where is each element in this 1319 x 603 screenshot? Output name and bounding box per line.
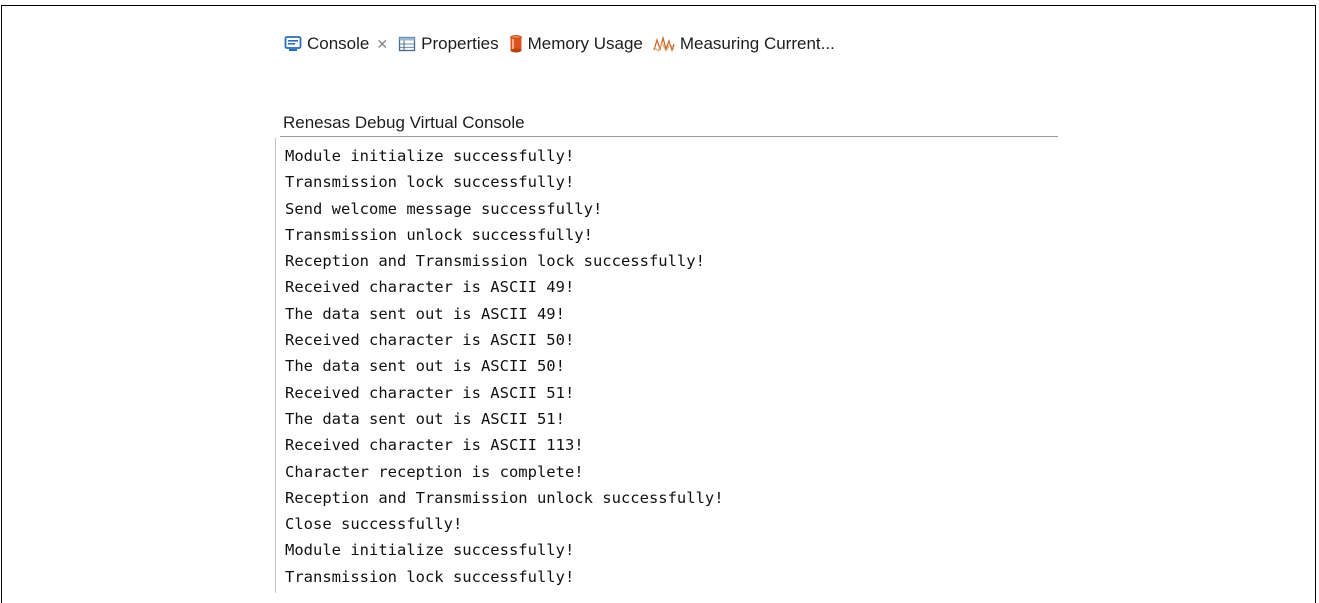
console-line: Received character is ASCII 51!	[285, 383, 575, 402]
console-line: Reception and Transmission unlock succes…	[285, 488, 724, 507]
console-line: Module initialize successfully!	[285, 147, 575, 165]
tab-properties-label: Properties	[421, 34, 499, 53]
console-line: Send welcome message successfully!	[285, 199, 603, 218]
console-line: Received character is ASCII 113!	[285, 436, 584, 455]
console-line: Received character is ASCII 50!	[285, 331, 575, 350]
properties-icon	[398, 35, 416, 53]
console-line: Character reception is complete!	[285, 462, 584, 481]
tab-properties[interactable]: Properties	[394, 28, 504, 60]
close-icon[interactable]: ✕	[376, 36, 388, 53]
console-border	[275, 138, 276, 593]
console-line: The data sent out is ASCII 50!	[285, 357, 565, 376]
console-line: Module initialize successfully!	[285, 541, 575, 560]
tab-console[interactable]: Console ✕	[280, 28, 394, 60]
console-line: Close successfully!	[285, 515, 463, 534]
tab-measuring-current-label: Measuring Current...	[679, 34, 835, 53]
tab-memory-usage-label: Memory Usage	[527, 34, 643, 53]
console-line: The data sent out is ASCII 49!	[285, 304, 565, 323]
console-output[interactable]: Module initialize successfully! Transmiss…	[285, 143, 724, 590]
measuring-icon	[653, 35, 675, 53]
console-line: The data sent out is ASCII 51!	[285, 409, 565, 428]
console-line: Transmission unlock successfully!	[285, 225, 593, 244]
console-title: Renesas Debug Virtual Console	[280, 111, 1058, 137]
console-icon	[284, 35, 302, 53]
console-line: Transmission lock successfully!	[285, 173, 575, 192]
console-line: Transmission lock successfully!	[285, 567, 575, 586]
tab-console-label: Console	[307, 34, 370, 53]
tab-memory-usage[interactable]: Memory Usage	[505, 28, 649, 60]
console-line: Reception and Transmission lock successf…	[285, 252, 705, 271]
console-line: Received character is ASCII 49!	[285, 278, 575, 297]
tab-measuring-current[interactable]: Measuring Current...	[649, 28, 841, 60]
memory-icon	[509, 34, 523, 54]
view-tab-bar: Console ✕ Properties Memory Usage Measur…	[280, 28, 841, 60]
